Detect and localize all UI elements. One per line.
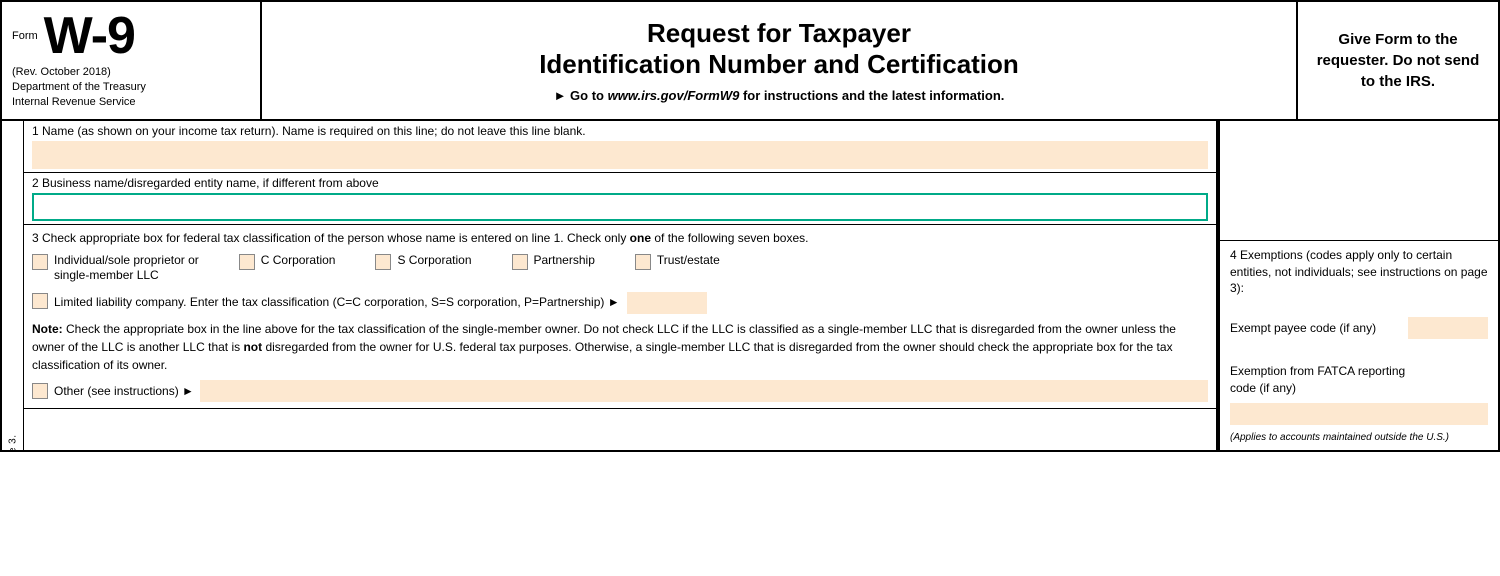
exempt-payee-label: Exempt payee code (if any) — [1230, 321, 1400, 335]
form-label-row: Form W-9 — [12, 10, 250, 62]
exempt-payee-row: Exempt payee code (if any) — [1230, 317, 1488, 339]
other-input[interactable] — [200, 380, 1208, 402]
side-label-container: Print or type. Specific Instructions on … — [2, 121, 24, 450]
w9-title: W-9 — [44, 10, 135, 62]
line3-section: 3 Check appropriate box for federal tax … — [24, 225, 1216, 409]
right-line12-spacer — [1220, 121, 1498, 241]
line1-label: 1 Name (as shown on your income tax retu… — [32, 124, 1208, 138]
line3-label-part1: 3 Check appropriate box for federal tax … — [32, 231, 630, 245]
irs-link: ► Go to www.irs.gov/FormW9 for instructi… — [554, 88, 1005, 103]
checkbox-s-corp-label: S Corporation — [397, 253, 471, 269]
checkbox-individual: Individual/sole proprietor or single-mem… — [32, 253, 199, 284]
exemptions-content: 4 Exemptions (codes apply only to certai… — [1230, 247, 1488, 444]
checkbox-individual-box[interactable] — [32, 254, 48, 270]
right-line3: 4 Exemptions (codes apply only to certai… — [1220, 241, 1498, 450]
checkbox-individual-label: Individual/sole proprietor or single-mem… — [54, 253, 199, 284]
checkbox-partnership: Partnership — [512, 253, 595, 270]
exempt-payee-input[interactable] — [1408, 317, 1488, 339]
line3-header: 3 Check appropriate box for federal tax … — [32, 231, 1208, 245]
main-title-line2: Identification Number and Certification — [539, 49, 1019, 80]
header-left: Form W-9 (Rev. October 2018) Department … — [2, 2, 262, 119]
dept-line2: Internal Revenue Service — [12, 95, 250, 110]
dept-line1: Department of the Treasury — [12, 80, 250, 95]
main-title-line1: Request for Taxpayer — [539, 18, 1019, 49]
checkbox-c-corp: C Corporation — [239, 253, 336, 270]
header-center: Request for Taxpayer Identification Numb… — [262, 2, 1298, 119]
checkbox-partnership-box[interactable] — [512, 254, 528, 270]
fatca-input[interactable] — [1230, 403, 1488, 425]
checkbox-trust-label: Trust/estate — [657, 253, 720, 269]
other-label: Other (see instructions) ► — [54, 384, 194, 398]
line2-section: 2 Business name/disregarded entity name,… — [24, 173, 1216, 225]
line1-input[interactable] — [32, 141, 1208, 169]
irs-url: www.irs.gov/FormW9 — [608, 88, 740, 103]
checkbox-trust-box[interactable] — [635, 254, 651, 270]
rev-date: (Rev. October 2018) — [12, 66, 250, 78]
checkbox-s-corp: S Corporation — [375, 253, 471, 270]
checkbox-s-corp-box[interactable] — [375, 254, 391, 270]
line3-label-part2: of the following seven boxes. — [651, 231, 808, 245]
line2-input[interactable] — [32, 193, 1208, 221]
body-section: Print or type. Specific Instructions on … — [2, 121, 1498, 450]
other-row: Other (see instructions) ► — [32, 380, 1208, 402]
llc-classification-input[interactable] — [627, 292, 707, 314]
irs-link-prefix: ► Go to — [554, 88, 604, 103]
checkbox-other-box[interactable] — [32, 383, 48, 399]
checkbox-c-corp-box[interactable] — [239, 254, 255, 270]
line3-label-bold: one — [630, 231, 651, 245]
checkbox-partnership-label: Partnership — [534, 253, 595, 269]
form-w9: Form W-9 (Rev. October 2018) Department … — [0, 0, 1500, 452]
form-word: Form — [12, 30, 38, 42]
main-content: 1 Name (as shown on your income tax retu… — [24, 121, 1218, 450]
give-form-text: Give Form to the requester. Do not send … — [1310, 29, 1486, 92]
irs-link-suffix: for instructions and the latest informat… — [743, 88, 1004, 103]
right-section: 4 Exemptions (codes apply only to certai… — [1218, 121, 1498, 450]
header-right: Give Form to the requester. Do not send … — [1298, 2, 1498, 119]
checkbox-trust: Trust/estate — [635, 253, 720, 270]
exemptions-title: 4 Exemptions (codes apply only to certai… — [1230, 247, 1488, 297]
side-label-text: Print or type. Specific Instructions on … — [7, 434, 18, 450]
fatca-note: (Applies to accounts maintained outside … — [1230, 431, 1488, 444]
header: Form W-9 (Rev. October 2018) Department … — [2, 2, 1498, 121]
line1-section: 1 Name (as shown on your income tax retu… — [24, 121, 1216, 173]
main-title: Request for Taxpayer Identification Numb… — [539, 18, 1019, 80]
llc-text: Limited liability company. Enter the tax… — [54, 292, 707, 314]
line2-label: 2 Business name/disregarded entity name,… — [32, 176, 1208, 190]
llc-row: Limited liability company. Enter the tax… — [32, 292, 1208, 314]
checkboxes-row: Individual/sole proprietor or single-mem… — [32, 253, 1208, 284]
fatca-label: Exemption from FATCA reporting code (if … — [1230, 363, 1488, 397]
checkbox-c-corp-label: C Corporation — [261, 253, 336, 269]
checkbox-llc-box[interactable] — [32, 293, 48, 309]
note-text: Note: Check the appropriate box in the l… — [32, 320, 1208, 374]
dept-info: Department of the Treasury Internal Reve… — [12, 80, 250, 111]
fatca-section: Exemption from FATCA reporting code (if … — [1230, 363, 1488, 444]
